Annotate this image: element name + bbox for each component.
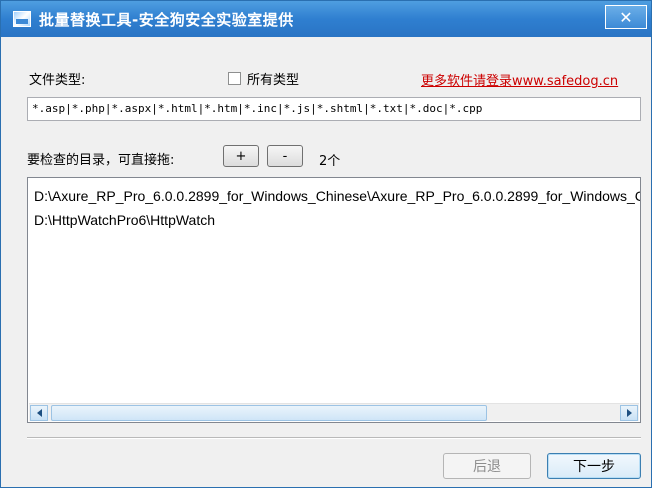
all-types-label: 所有类型 <box>247 73 300 88</box>
scroll-left-arrow-icon <box>36 409 42 417</box>
footer-divider <box>27 437 641 439</box>
scroll-right-arrow-icon <box>626 409 632 417</box>
directory-list[interactable]: D:\Axure_RP_Pro_6.0.0.2899_for_Windows_C… <box>27 177 641 423</box>
add-directory-button[interactable]: + <box>223 145 259 167</box>
back-button[interactable]: 后退 <box>443 453 531 479</box>
horizontal-scrollbar[interactable] <box>29 403 639 421</box>
next-button[interactable]: 下一步 <box>547 453 641 479</box>
promo-link[interactable]: 更多软件请登录www.safedog.cn <box>421 70 618 89</box>
list-item[interactable]: D:\Axure_RP_Pro_6.0.0.2899_for_Windows_C… <box>34 188 640 204</box>
close-button[interactable]: ✕ <box>605 5 647 29</box>
close-icon: ✕ <box>619 7 633 27</box>
directory-count: 2个 <box>319 154 341 169</box>
list-item[interactable]: D:\HttpWatchPro6\HttpWatch <box>34 212 215 228</box>
title-bar: 批量替换工具-安全狗安全实验室提供 ✕ <box>1 1 651 37</box>
scroll-right-button[interactable] <box>620 405 638 421</box>
scroll-left-button[interactable] <box>30 405 48 421</box>
remove-directory-button[interactable]: - <box>267 145 303 167</box>
all-types-option[interactable]: 所有类型 <box>228 69 299 88</box>
window-title: 批量替换工具-安全狗安全实验室提供 <box>39 11 294 29</box>
dialog-window: 批量替换工具-安全狗安全实验室提供 ✕ 文件类型: 所有类型 更多软件请登录ww… <box>0 0 652 488</box>
all-types-checkbox[interactable] <box>228 72 241 85</box>
file-type-label: 文件类型: <box>29 73 86 88</box>
app-window-icon <box>13 11 31 27</box>
file-types-input[interactable]: *.asp|*.php|*.aspx|*.html|*.htm|*.inc|*.… <box>27 97 641 121</box>
directories-label: 要检查的目录，可直接拖: <box>27 153 175 168</box>
scroll-thumb[interactable] <box>51 405 487 421</box>
